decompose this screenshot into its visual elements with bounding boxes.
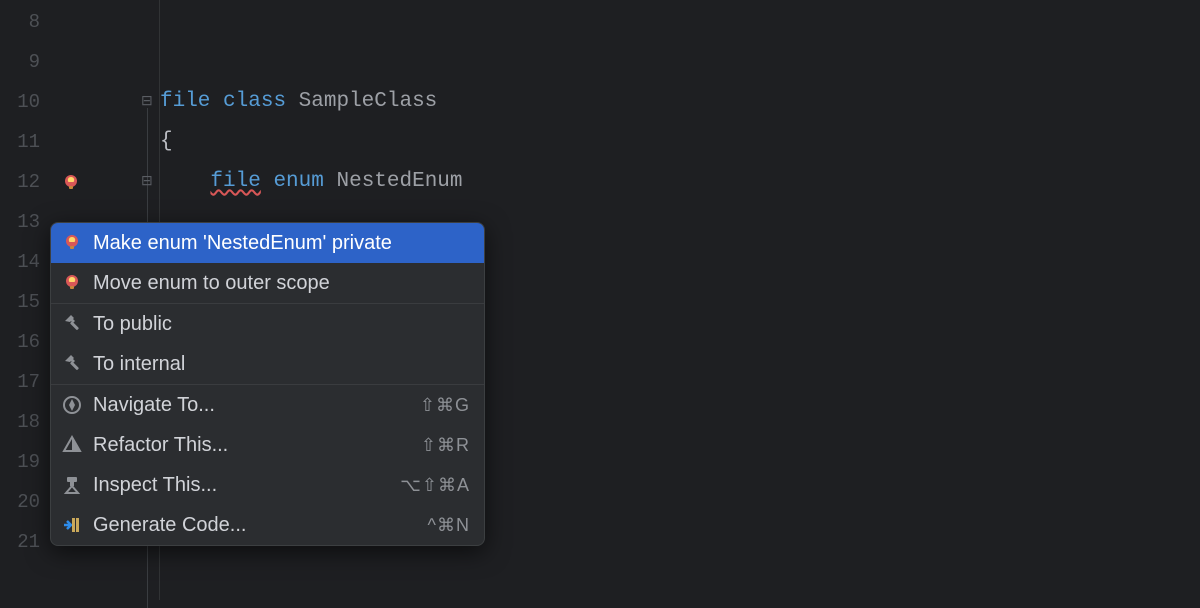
lightbulb-icon[interactable] [60,172,82,194]
line-number: 21 [17,522,40,562]
triangle-icon [61,434,83,456]
menu-item-shortcut: ⌥⇧⌘A [400,475,470,496]
hammer-icon [61,313,83,335]
generate-icon [61,514,83,536]
menu-item[interactable]: To internal [51,344,484,384]
line-number: 18 [17,402,40,442]
line-number: 20 [17,482,40,522]
code-line[interactable]: file class SampleClass [160,82,1200,122]
menu-item[interactable]: Inspect This... ⌥⇧⌘A [51,465,484,505]
menu-item-label: Navigate To... [93,394,215,417]
menu-item[interactable]: Navigate To... ⇧⌘G [51,385,484,425]
menu-item-label: To internal [93,353,185,376]
menu-item-label: Move enum to outer scope [93,272,330,295]
line-number: 17 [17,362,40,402]
code-line[interactable] [160,2,1200,42]
fold-toggle-icon[interactable]: ⊟ [141,94,153,106]
hammer-icon [61,353,83,375]
line-number: 11 [17,122,40,162]
line-number: 13 [17,202,40,242]
line-number: 9 [29,42,40,82]
menu-item[interactable]: Move enum to outer scope [51,263,484,303]
menu-item[interactable]: Refactor This... ⇧⌘R [51,425,484,465]
compass-icon [61,394,83,416]
bulb-red-icon [61,232,83,254]
code-line[interactable]: file enum NestedEnum [160,162,1200,202]
line-number: 16 [17,322,40,362]
menu-item[interactable]: Make enum 'NestedEnum' private [51,223,484,263]
menu-item-label: To public [93,313,172,336]
menu-item-shortcut: ⇧⌘G [420,395,470,416]
line-number: 8 [29,2,40,42]
menu-item-shortcut: ⇧⌘R [421,435,470,456]
menu-item-label: Generate Code... [93,514,246,537]
line-number: 19 [17,442,40,482]
line-number: 14 [17,242,40,282]
menu-item[interactable]: Generate Code... ^⌘N [51,505,484,545]
line-number-gutter: 89101112131415161718192021 [0,0,50,600]
menu-item[interactable]: To public [51,304,484,344]
code-line[interactable]: { [160,122,1200,162]
menu-item-label: Refactor This... [93,434,228,457]
inspect-icon [61,474,83,496]
menu-item-label: Make enum 'NestedEnum' private [93,232,392,255]
line-number: 12 [17,162,40,202]
line-number: 10 [17,82,40,122]
menu-item-label: Inspect This... [93,474,217,497]
line-number: 15 [17,282,40,322]
menu-item-shortcut: ^⌘N [428,515,470,536]
code-line[interactable] [160,42,1200,82]
intention-actions-popup: Make enum 'NestedEnum' private Move enum … [50,222,485,546]
bulb-red-icon [61,272,83,294]
fold-toggle-icon[interactable]: ⊟ [141,174,153,186]
